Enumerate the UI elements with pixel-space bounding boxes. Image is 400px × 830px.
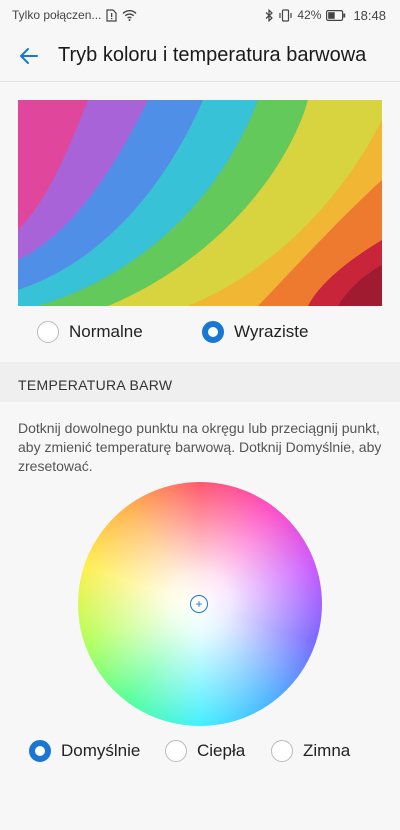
clock: 18:48 (353, 7, 386, 23)
plus-icon: + (195, 597, 203, 611)
status-bar: Tylko połączen... 42% 18:48 (0, 0, 400, 30)
temperature-default[interactable]: Domyślnie (29, 740, 140, 762)
sim-alert-icon (106, 8, 117, 22)
page-title: Tryb koloru i temperatura barwowa (58, 44, 367, 66)
vibrate-icon (279, 8, 293, 22)
radio-vivid[interactable] (202, 321, 224, 343)
back-button[interactable] (0, 30, 58, 82)
color-mode-vivid[interactable]: Wyraziste (202, 321, 308, 343)
temperature-cold[interactable]: Zimna (271, 740, 350, 762)
carrier-text: Tylko połączen... (12, 8, 102, 22)
wifi-icon (122, 9, 137, 21)
battery-percent: 42% (297, 8, 322, 22)
temperature-warm-label: Ciepła (197, 741, 246, 760)
temperature-warm[interactable]: Ciepła (165, 740, 245, 762)
temperature-cold-label: Zimna (303, 741, 351, 760)
radio-default[interactable] (29, 740, 51, 762)
radio-cold[interactable] (271, 740, 293, 762)
arrow-left-icon (20, 47, 38, 64)
status-right: 42% 18:48 (265, 8, 386, 23)
app-bar: Tryb koloru i temperatura barwowa (0, 30, 400, 82)
temperature-description: Dotknij dowolnego punktu na okręgu lub p… (18, 420, 382, 474)
bluetooth-icon (265, 8, 274, 22)
color-mode-normal-label: Normalne (69, 322, 143, 341)
wheel-marker-handle[interactable]: + (190, 595, 208, 613)
color-mode-normal[interactable]: Normalne (37, 321, 143, 343)
color-mode-vivid-label: Wyraziste (234, 322, 309, 341)
status-left: Tylko połączen... (12, 8, 137, 22)
radio-warm[interactable] (165, 740, 187, 762)
temperature-default-label: Domyślnie (61, 741, 141, 760)
battery-icon (326, 9, 346, 21)
section-title: TEMPERATURA BARW (18, 377, 173, 393)
radio-normal[interactable] (37, 321, 59, 343)
color-preview-image (18, 100, 382, 306)
